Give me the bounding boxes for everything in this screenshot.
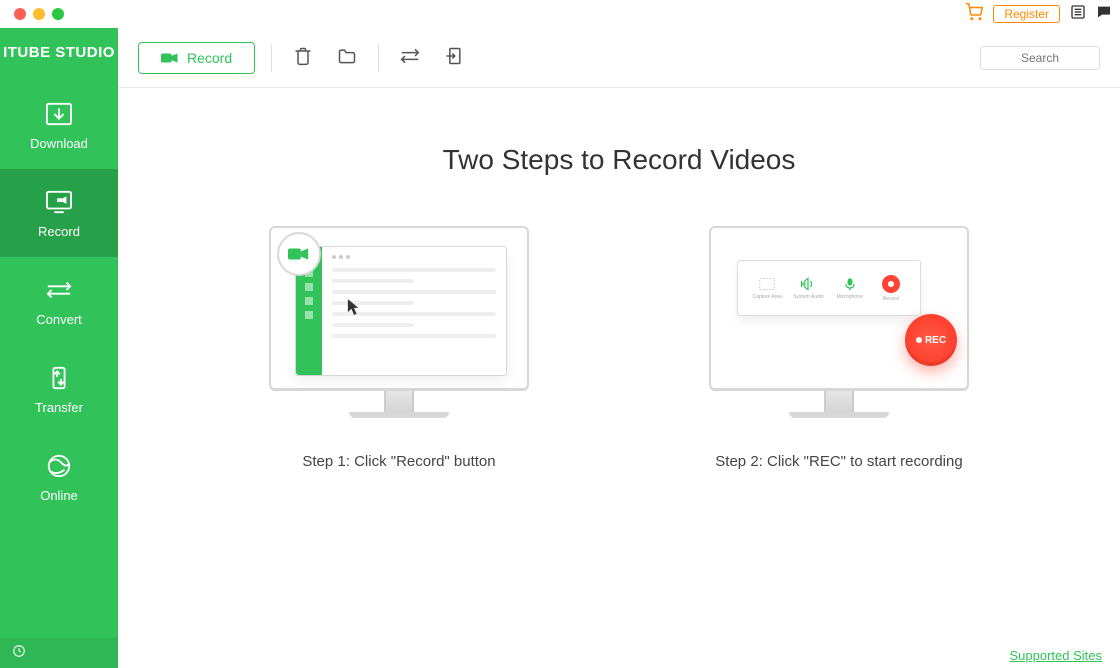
toolbar: Record [118, 28, 1120, 88]
panel-opt1: Capture Area [752, 294, 781, 300]
rec-label: REC [925, 335, 946, 346]
feedback-icon[interactable] [1096, 4, 1112, 25]
search-input[interactable] [980, 46, 1100, 70]
sidebar-item-label: Record [38, 224, 80, 239]
supported-sites-link[interactable]: Supported Sites [1009, 648, 1102, 663]
sidebar-item-label: Transfer [35, 400, 83, 415]
sidebar-item-download[interactable]: Download [0, 81, 118, 169]
record-button-label: Record [187, 50, 232, 66]
page-title: Two Steps to Record Videos [443, 144, 796, 176]
sidebar-item-transfer[interactable]: Transfer [0, 345, 118, 433]
content-area: Record Two Steps to Record Videos [118, 28, 1120, 668]
cursor-icon [347, 298, 361, 321]
refresh-convert-button[interactable] [395, 43, 425, 73]
record-monitor-icon [43, 188, 75, 216]
folder-icon [337, 46, 357, 69]
cart-icon[interactable] [965, 3, 983, 26]
register-button[interactable]: Register [993, 5, 1060, 23]
divider [378, 44, 379, 72]
step-1: Step 1: Click "Record" button [269, 226, 529, 470]
maximize-window-button[interactable] [52, 8, 64, 20]
close-window-button[interactable] [14, 8, 26, 20]
camera-icon [277, 232, 321, 276]
divider [271, 44, 272, 72]
globe-icon [43, 452, 75, 480]
content-footer: Supported Sites [118, 642, 1120, 668]
sidebar-item-online[interactable]: Online [0, 433, 118, 521]
sidebar-item-convert[interactable]: Convert [0, 257, 118, 345]
trash-button[interactable] [288, 43, 318, 73]
rec-big-button-illustration: REC [905, 314, 957, 366]
history-footer[interactable] [0, 638, 118, 668]
clock-icon [12, 644, 26, 663]
convert-icon [43, 276, 75, 304]
sidebar-item-record[interactable]: Record [0, 169, 118, 257]
step2-illustration: Capture Area System Audio Microphone Rec… [709, 226, 969, 429]
trash-icon [293, 46, 313, 69]
sidebar-item-label: Online [40, 488, 78, 503]
app-title: ITUBE STUDIO [3, 28, 115, 81]
traffic-lights [14, 8, 64, 20]
camera-icon [161, 51, 179, 65]
sidebar-item-label: Download [30, 136, 88, 151]
minimize-window-button[interactable] [33, 8, 45, 20]
step2-label: Step 2: Click "REC" to start recording [715, 453, 962, 470]
step1-label: Step 1: Click "Record" button [302, 453, 495, 470]
folder-button[interactable] [332, 43, 362, 73]
steps-row: Step 1: Click "Record" button Capture Ar… [269, 226, 969, 470]
export-button[interactable] [439, 43, 469, 73]
panel-opt3: Microphone [836, 294, 862, 300]
export-icon [444, 46, 464, 69]
cycle-icon [400, 46, 420, 69]
menu-list-icon[interactable] [1070, 4, 1086, 25]
transfer-icon [43, 364, 75, 392]
main-body: Two Steps to Record Videos [118, 88, 1120, 642]
sidebar-item-label: Convert [36, 312, 82, 327]
window-titlebar: Register [0, 0, 1120, 28]
panel-opt2: System Audio [793, 294, 824, 300]
step-2: Capture Area System Audio Microphone Rec… [709, 226, 969, 470]
panel-opt4: Record [883, 296, 899, 302]
download-icon [43, 100, 75, 128]
step1-illustration [269, 226, 529, 429]
record-button[interactable]: Record [138, 42, 255, 74]
sidebar: ITUBE STUDIO Download Record Convert Tra… [0, 28, 118, 668]
